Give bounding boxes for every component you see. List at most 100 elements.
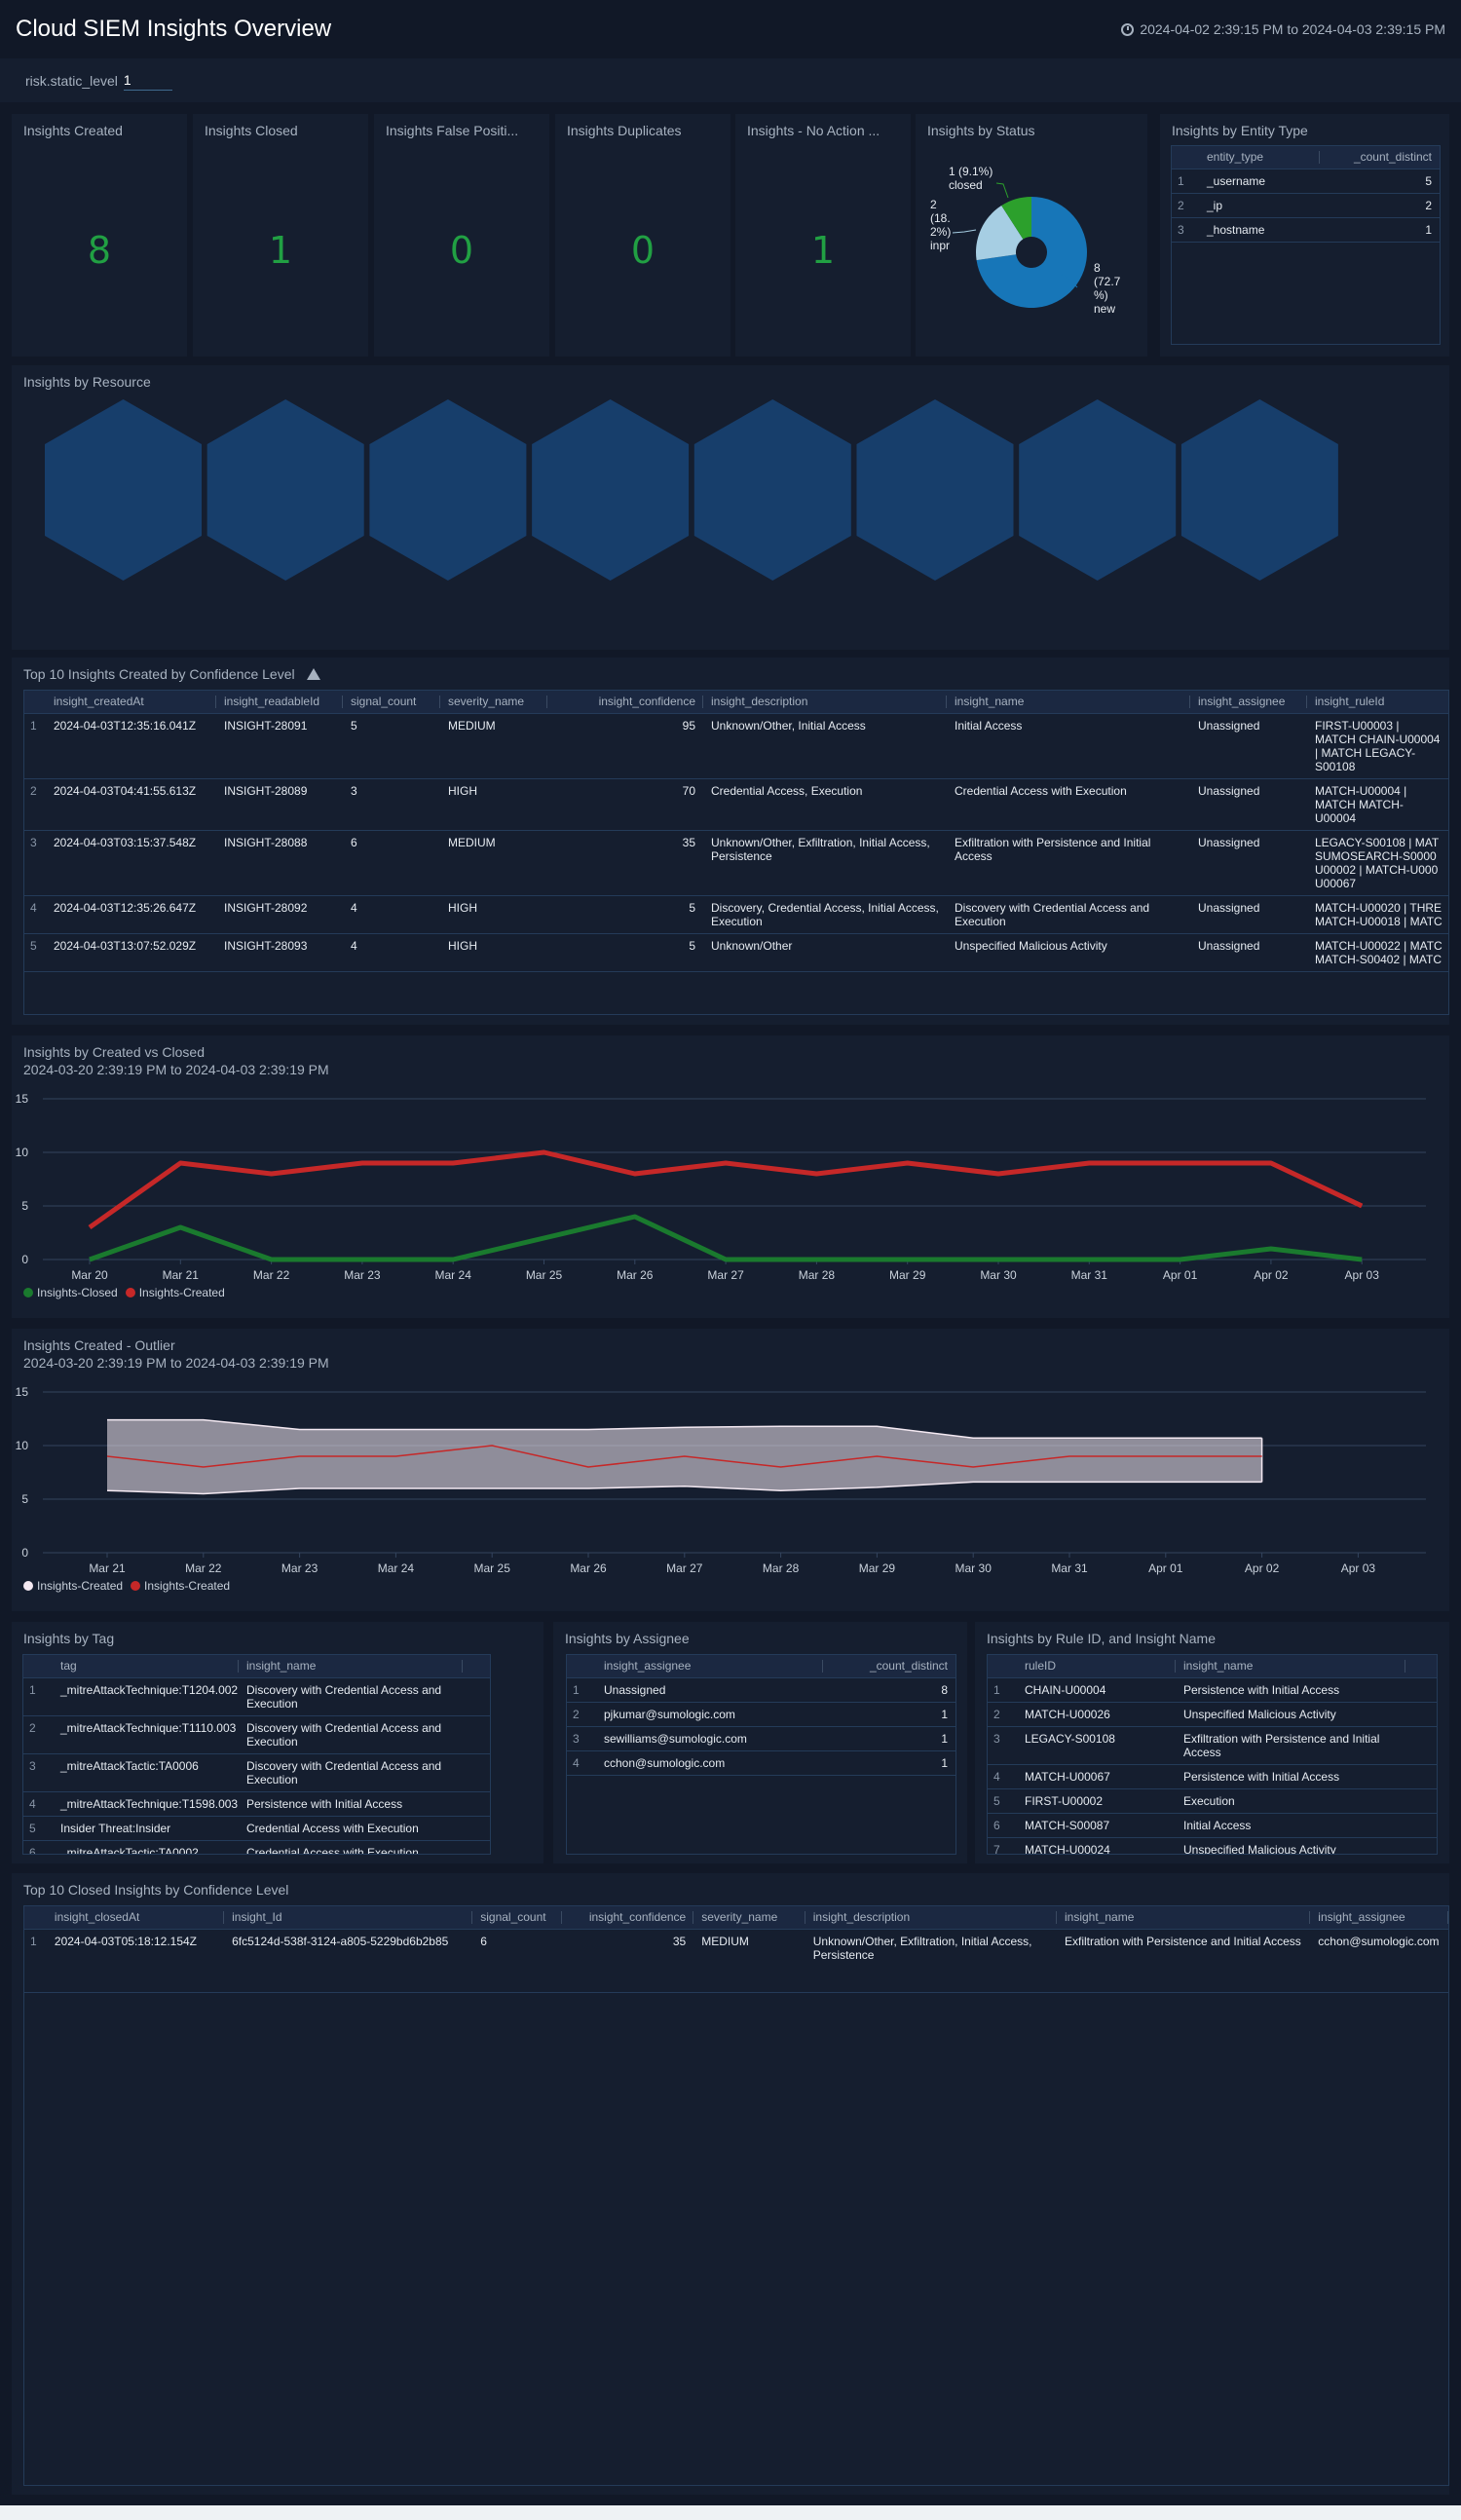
legend-item[interactable]: Insights-Closed: [23, 1286, 118, 1299]
slice-label: (18.: [930, 211, 951, 225]
series-line-insights-closed[interactable]: [89, 1214, 1363, 1262]
col-header[interactable]: insight_assignee: [1190, 691, 1307, 714]
x-tick-label: Mar 30: [980, 1268, 1017, 1282]
col-header[interactable]: insight_confidence: [561, 1906, 694, 1930]
table-row[interactable]: 3 _mitreAttackTactic:TA0006 Discovery with…: [23, 1753, 490, 1792]
resource-hex[interactable]: [369, 399, 527, 581]
table-row[interactable]: 5 Insider Threat:Insider Credential Access…: [23, 1816, 490, 1841]
slice-label: (72.7: [1094, 275, 1121, 288]
table-cell: 2024-04-03T05:18:12.154Z: [46, 1929, 225, 1993]
table-row[interactable]: 3 sewilliams@sumologic.com 1: [567, 1726, 955, 1751]
col-header[interactable]: insight_name: [1176, 1655, 1405, 1678]
col-header[interactable]: insight_description: [805, 1906, 1057, 1930]
table-row[interactable]: 1 _username 5: [1172, 169, 1440, 194]
table-row[interactable]: 5 FIRST-U00002 Execution: [988, 1788, 1437, 1814]
y-tick-label: 5: [21, 1199, 28, 1213]
row-index: 4: [567, 1750, 596, 1776]
table-cell: 2024-04-03T04:41:55.613Z: [46, 778, 216, 831]
legend-item[interactable]: Insights-Created: [23, 1579, 123, 1593]
col-header[interactable]: severity_name: [440, 691, 547, 714]
kpi-value: 1: [268, 229, 293, 272]
resource-hex[interactable]: [693, 399, 851, 581]
table-cell: 35: [547, 830, 703, 896]
col-header[interactable]: insight_name: [947, 691, 1190, 714]
col-header[interactable]: insight_description: [703, 691, 947, 714]
table-cell: Exfiltration with Persistence and Initia…: [947, 830, 1190, 896]
table-row[interactable]: 3 _hostname 1: [1172, 217, 1440, 243]
table-cell: 95: [547, 713, 703, 779]
time-range-picker[interactable]: 2024-04-02 2:39:15 PM to 2024-04-03 2:39…: [1121, 21, 1445, 37]
x-tick-label: Mar 21: [163, 1268, 200, 1282]
row-index: 1: [24, 1929, 47, 1993]
table-row[interactable]: 1 Unassigned 8: [567, 1677, 955, 1703]
col-header[interactable]: _count_distinct: [823, 1655, 955, 1678]
x-tick-label: Apr 02: [1245, 1561, 1280, 1575]
empty-cell: [1405, 1764, 1437, 1789]
col-header[interactable]: entity_type: [1199, 146, 1320, 169]
table-row[interactable]: 2 MATCH-U00026 Unspecified Malicious Activ…: [988, 1702, 1437, 1727]
resource-hex[interactable]: [1019, 399, 1177, 581]
table-cell: _mitreAttackTactic:TA0006: [53, 1753, 239, 1792]
col-header[interactable]: signal_count: [472, 1906, 562, 1930]
col-header[interactable]: tag: [53, 1655, 239, 1678]
table-cell: MATCH-S00087: [1017, 1813, 1176, 1838]
col-header[interactable]: severity_name: [693, 1906, 805, 1930]
table-cell: 2: [1319, 193, 1440, 218]
table-row[interactable]: 3 2024-04-03T03:15:37.548Z INSIGHT-28088 6 M…: [24, 830, 1448, 896]
empty-cell: [463, 1753, 490, 1792]
risk-level-filter-input[interactable]: [123, 70, 172, 91]
col-header[interactable]: insight_name: [1056, 1906, 1311, 1930]
resource-hex[interactable]: [1180, 399, 1338, 581]
table-cell: Unknown/Other, Initial Access: [703, 713, 947, 779]
kpi-insights-created: Insights Created 8: [12, 114, 187, 357]
table-row[interactable]: 2 _mitreAttackTechnique:T1110.003 Discover…: [23, 1715, 490, 1754]
col-header[interactable]: insight_ruleId: [1307, 691, 1448, 714]
table-row[interactable]: 2 2024-04-03T04:41:55.613Z INSIGHT-28089 3 H…: [24, 778, 1448, 831]
table-row[interactable]: 2 _ip 2: [1172, 193, 1440, 218]
table-row[interactable]: 4 2024-04-03T12:35:26.647Z INSIGHT-28092 4 H…: [24, 895, 1448, 934]
table-row[interactable]: 3 LEGACY-S00108 Exfiltration with Persiste…: [988, 1726, 1437, 1765]
table-row[interactable]: 7 MATCH-U00024 Unspecified Malicious Activ…: [988, 1837, 1437, 1854]
filter-label: risk.static_level: [25, 72, 118, 89]
col-header[interactable]: insight_readableId: [216, 691, 343, 714]
table-row[interactable]: 2 pjkumar@sumologic.com 1: [567, 1702, 955, 1727]
table-row[interactable]: 4 MATCH-U00067 Persistence with Initial Ac…: [988, 1764, 1437, 1789]
col-header[interactable]: insight_assignee: [596, 1655, 823, 1678]
table-cell: 35: [561, 1929, 694, 1993]
page-title: Cloud SIEM Insights Overview: [16, 16, 332, 42]
col-header[interactable]: insight_Id: [224, 1906, 473, 1930]
table-row[interactable]: 1 2024-04-03T05:18:12.154Z 6fc5124d-538f-3…: [24, 1929, 1448, 1993]
col-header[interactable]: _count_distinct: [1319, 146, 1440, 169]
resource-hex[interactable]: [45, 399, 202, 581]
series-line-insights-created[interactable]: [88, 1149, 1364, 1230]
resource-hex[interactable]: [856, 399, 1014, 581]
col-header[interactable]: signal_count: [343, 691, 440, 714]
table-row[interactable]: 4 cchon@sumologic.com 1: [567, 1750, 955, 1776]
table-row[interactable]: 4 _mitreAttackTechnique:T1598.003 Persiste…: [23, 1791, 490, 1817]
col-header[interactable]: insight_name: [239, 1655, 463, 1678]
col-index: [567, 1655, 596, 1678]
warning-icon[interactable]: [306, 668, 320, 680]
legend-item[interactable]: Insights-Created: [131, 1579, 230, 1593]
panel-title: Insights by Resource: [23, 374, 151, 390]
table-row[interactable]: 1 _mitreAttackTechnique:T1204.002 Discover…: [23, 1677, 490, 1716]
resource-hex[interactable]: [532, 399, 690, 581]
x-tick-label: Mar 22: [253, 1268, 290, 1282]
table-cell: _mitreAttackTechnique:T1204.002: [53, 1677, 239, 1716]
col-header[interactable]: insight_confidence: [547, 691, 703, 714]
table-row[interactable]: 1 CHAIN-U00004 Persistence with Initial Ac…: [988, 1677, 1437, 1703]
x-tick-label: Apr 01: [1163, 1268, 1198, 1282]
table-cell: 2024-04-03T12:35:26.647Z: [46, 895, 216, 934]
table-row[interactable]: 6 MATCH-S00087 Initial Access: [988, 1813, 1437, 1838]
table-row[interactable]: 5 2024-04-03T13:07:52.029Z INSIGHT-28093 4 H…: [24, 933, 1448, 972]
col-header[interactable]: ruleID: [1017, 1655, 1176, 1678]
resource-hex[interactable]: [206, 399, 364, 581]
col-header[interactable]: insight_assignee: [1310, 1906, 1448, 1930]
x-tick-label: Mar 26: [570, 1561, 607, 1575]
table-cell: pjkumar@sumologic.com: [596, 1702, 823, 1727]
legend-item[interactable]: Insights-Created: [125, 1286, 225, 1299]
table-row[interactable]: 1 2024-04-03T12:35:16.041Z INSIGHT-28091 5 M…: [24, 713, 1448, 779]
col-header[interactable]: insight_createdAt: [46, 691, 216, 714]
table-row[interactable]: 6 _mitreAttackTactic:TA0002 Credential Acc…: [23, 1840, 490, 1854]
col-header[interactable]: insight_closedAt: [46, 1906, 225, 1930]
